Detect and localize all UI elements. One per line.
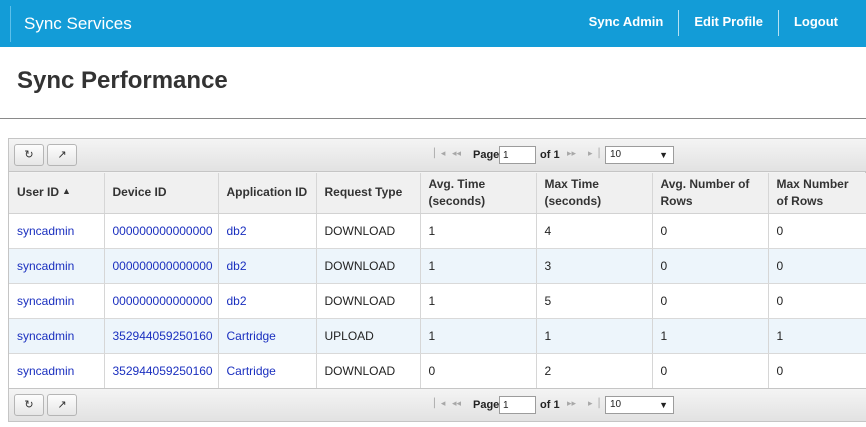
request-type-cell: DOWNLOAD: [316, 283, 421, 319]
application-id-link[interactable]: db2: [218, 213, 317, 249]
avg-rows-cell: 1: [652, 318, 769, 354]
table-row[interactable]: syncadmin 352944059250160 Cartridge DOWN…: [9, 353, 866, 389]
avg-time-cell: 1: [420, 318, 537, 354]
data-table: User ID ▲ Device ID Application ID Reques…: [9, 173, 866, 389]
next-page-icon[interactable]: ▸▸: [567, 398, 576, 409]
request-type-cell: UPLOAD: [316, 318, 421, 354]
column-header-request-type[interactable]: Request Type: [316, 173, 421, 214]
max-rows-cell: 0: [768, 213, 866, 249]
avg-rows-cell: 0: [652, 353, 769, 389]
refresh-button[interactable]: ↻: [14, 394, 44, 416]
nav-link-sync-admin[interactable]: Sync Admin: [574, 10, 680, 36]
page-count-label: of 1: [540, 149, 560, 161]
page-size-select[interactable]: 10 ▼: [605, 146, 674, 164]
brand-container: Sync Services: [10, 6, 132, 42]
table-row[interactable]: syncadmin 000000000000000 db2 DOWNLOAD 1…: [9, 213, 866, 249]
first-page-icon[interactable]: ▏◂: [434, 398, 445, 409]
column-header-avg-rows[interactable]: Avg. Number of Rows: [652, 173, 769, 214]
dropdown-arrow-icon: ▼: [659, 150, 668, 160]
page-size-select[interactable]: 10 ▼: [605, 396, 674, 414]
device-id-link[interactable]: 000000000000000: [104, 248, 219, 284]
max-time-cell: 1: [536, 318, 653, 354]
application-id-link[interactable]: db2: [218, 248, 317, 284]
column-header-max-time[interactable]: Max Time (seconds): [536, 173, 653, 214]
column-header-user-id[interactable]: User ID ▲: [9, 173, 105, 214]
avg-time-cell: 1: [420, 213, 537, 249]
user-id-link[interactable]: syncadmin: [9, 248, 105, 284]
user-id-link[interactable]: syncadmin: [9, 318, 105, 354]
refresh-icon: ↻: [24, 149, 34, 161]
refresh-icon: ↻: [24, 399, 34, 411]
device-id-link[interactable]: 000000000000000: [104, 283, 219, 319]
device-id-link[interactable]: 352944059250160: [104, 353, 219, 389]
device-id-link[interactable]: 000000000000000: [104, 213, 219, 249]
page-label: Page: [473, 149, 500, 161]
performance-grid: ↻ ↗ ▏◂ ◂◂ Page of 1 ▸▸ ▸▕ 10 ▼ User ID▲ …: [8, 138, 866, 422]
refresh-button[interactable]: ↻: [14, 144, 44, 166]
nav-link-edit-profile[interactable]: Edit Profile: [679, 10, 779, 36]
application-id-link[interactable]: Cartridge: [218, 353, 317, 389]
request-type-cell: DOWNLOAD: [316, 353, 421, 389]
nav-links: Sync Admin Edit Profile Logout: [574, 10, 866, 36]
export-button[interactable]: ↗: [47, 394, 77, 416]
max-rows-cell: 0: [768, 283, 866, 319]
avg-rows-cell: 0: [652, 248, 769, 284]
export-button[interactable]: ↗: [47, 144, 77, 166]
column-header-device-id[interactable]: Device ID: [104, 173, 219, 214]
column-header-application-id[interactable]: Application ID: [218, 173, 317, 214]
avg-time-cell: 1: [420, 248, 537, 284]
first-page-icon[interactable]: ▏◂: [434, 148, 445, 159]
avg-rows-cell: 0: [652, 283, 769, 319]
external-link-icon: ↗: [57, 399, 67, 411]
last-page-icon[interactable]: ▸▕: [588, 148, 599, 159]
dropdown-arrow-icon: ▼: [659, 400, 668, 410]
avg-rows-cell: 0: [652, 213, 769, 249]
grid-toolbar-top: ↻ ↗ ▏◂ ◂◂ Page of 1 ▸▸ ▸▕ 10 ▼: [9, 139, 866, 172]
page-count-label: of 1: [540, 399, 560, 411]
page-label: Page: [473, 399, 500, 411]
column-header-max-rows[interactable]: Max Number of Rows: [768, 173, 866, 214]
max-time-cell: 2: [536, 353, 653, 389]
prev-page-icon[interactable]: ◂◂: [452, 148, 461, 159]
table-row[interactable]: syncadmin 000000000000000 db2 DOWNLOAD 1…: [9, 283, 866, 319]
user-id-link[interactable]: syncadmin: [9, 213, 105, 249]
user-id-link[interactable]: syncadmin: [9, 283, 105, 319]
title-divider: [0, 118, 866, 119]
application-id-link[interactable]: db2: [218, 283, 317, 319]
avg-time-cell: 1: [420, 283, 537, 319]
column-header-avg-time[interactable]: Avg. Time (seconds): [420, 173, 537, 214]
external-link-icon: ↗: [57, 149, 67, 161]
max-rows-cell: 0: [768, 248, 866, 284]
grid-toolbar-bottom: ↻ ↗ ▏◂ ◂◂ Page of 1 ▸▸ ▸▕ 10 ▼: [9, 388, 866, 421]
user-id-link[interactable]: syncadmin: [9, 353, 105, 389]
request-type-cell: DOWNLOAD: [316, 248, 421, 284]
avg-time-cell: 0: [420, 353, 537, 389]
request-type-cell: DOWNLOAD: [316, 213, 421, 249]
nav-link-logout[interactable]: Logout: [779, 10, 866, 36]
brand-title[interactable]: Sync Services: [24, 14, 132, 33]
max-time-cell: 5: [536, 283, 653, 319]
page-size-value: 10: [610, 399, 622, 410]
table-row[interactable]: syncadmin 000000000000000 db2 DOWNLOAD 1…: [9, 248, 866, 284]
max-time-cell: 3: [536, 248, 653, 284]
page-number-input[interactable]: [499, 396, 536, 414]
application-id-link[interactable]: Cartridge: [218, 318, 317, 354]
table-row[interactable]: syncadmin 352944059250160 Cartridge UPLO…: [9, 318, 866, 354]
page-title: Sync Performance: [17, 67, 228, 94]
prev-page-icon[interactable]: ◂◂: [452, 398, 461, 409]
table-header-row: User ID ▲ Device ID Application ID Reques…: [9, 173, 866, 214]
top-navbar: Sync Services Sync Admin Edit Profile Lo…: [0, 0, 866, 47]
last-page-icon[interactable]: ▸▕: [588, 398, 599, 409]
next-page-icon[interactable]: ▸▸: [567, 148, 576, 159]
max-time-cell: 4: [536, 213, 653, 249]
max-rows-cell: 0: [768, 353, 866, 389]
sort-asc-icon: ▲: [62, 185, 71, 196]
page-size-value: 10: [610, 149, 622, 160]
page-number-input[interactable]: [499, 146, 536, 164]
device-id-link[interactable]: 352944059250160: [104, 318, 219, 354]
max-rows-cell: 1: [768, 318, 866, 354]
